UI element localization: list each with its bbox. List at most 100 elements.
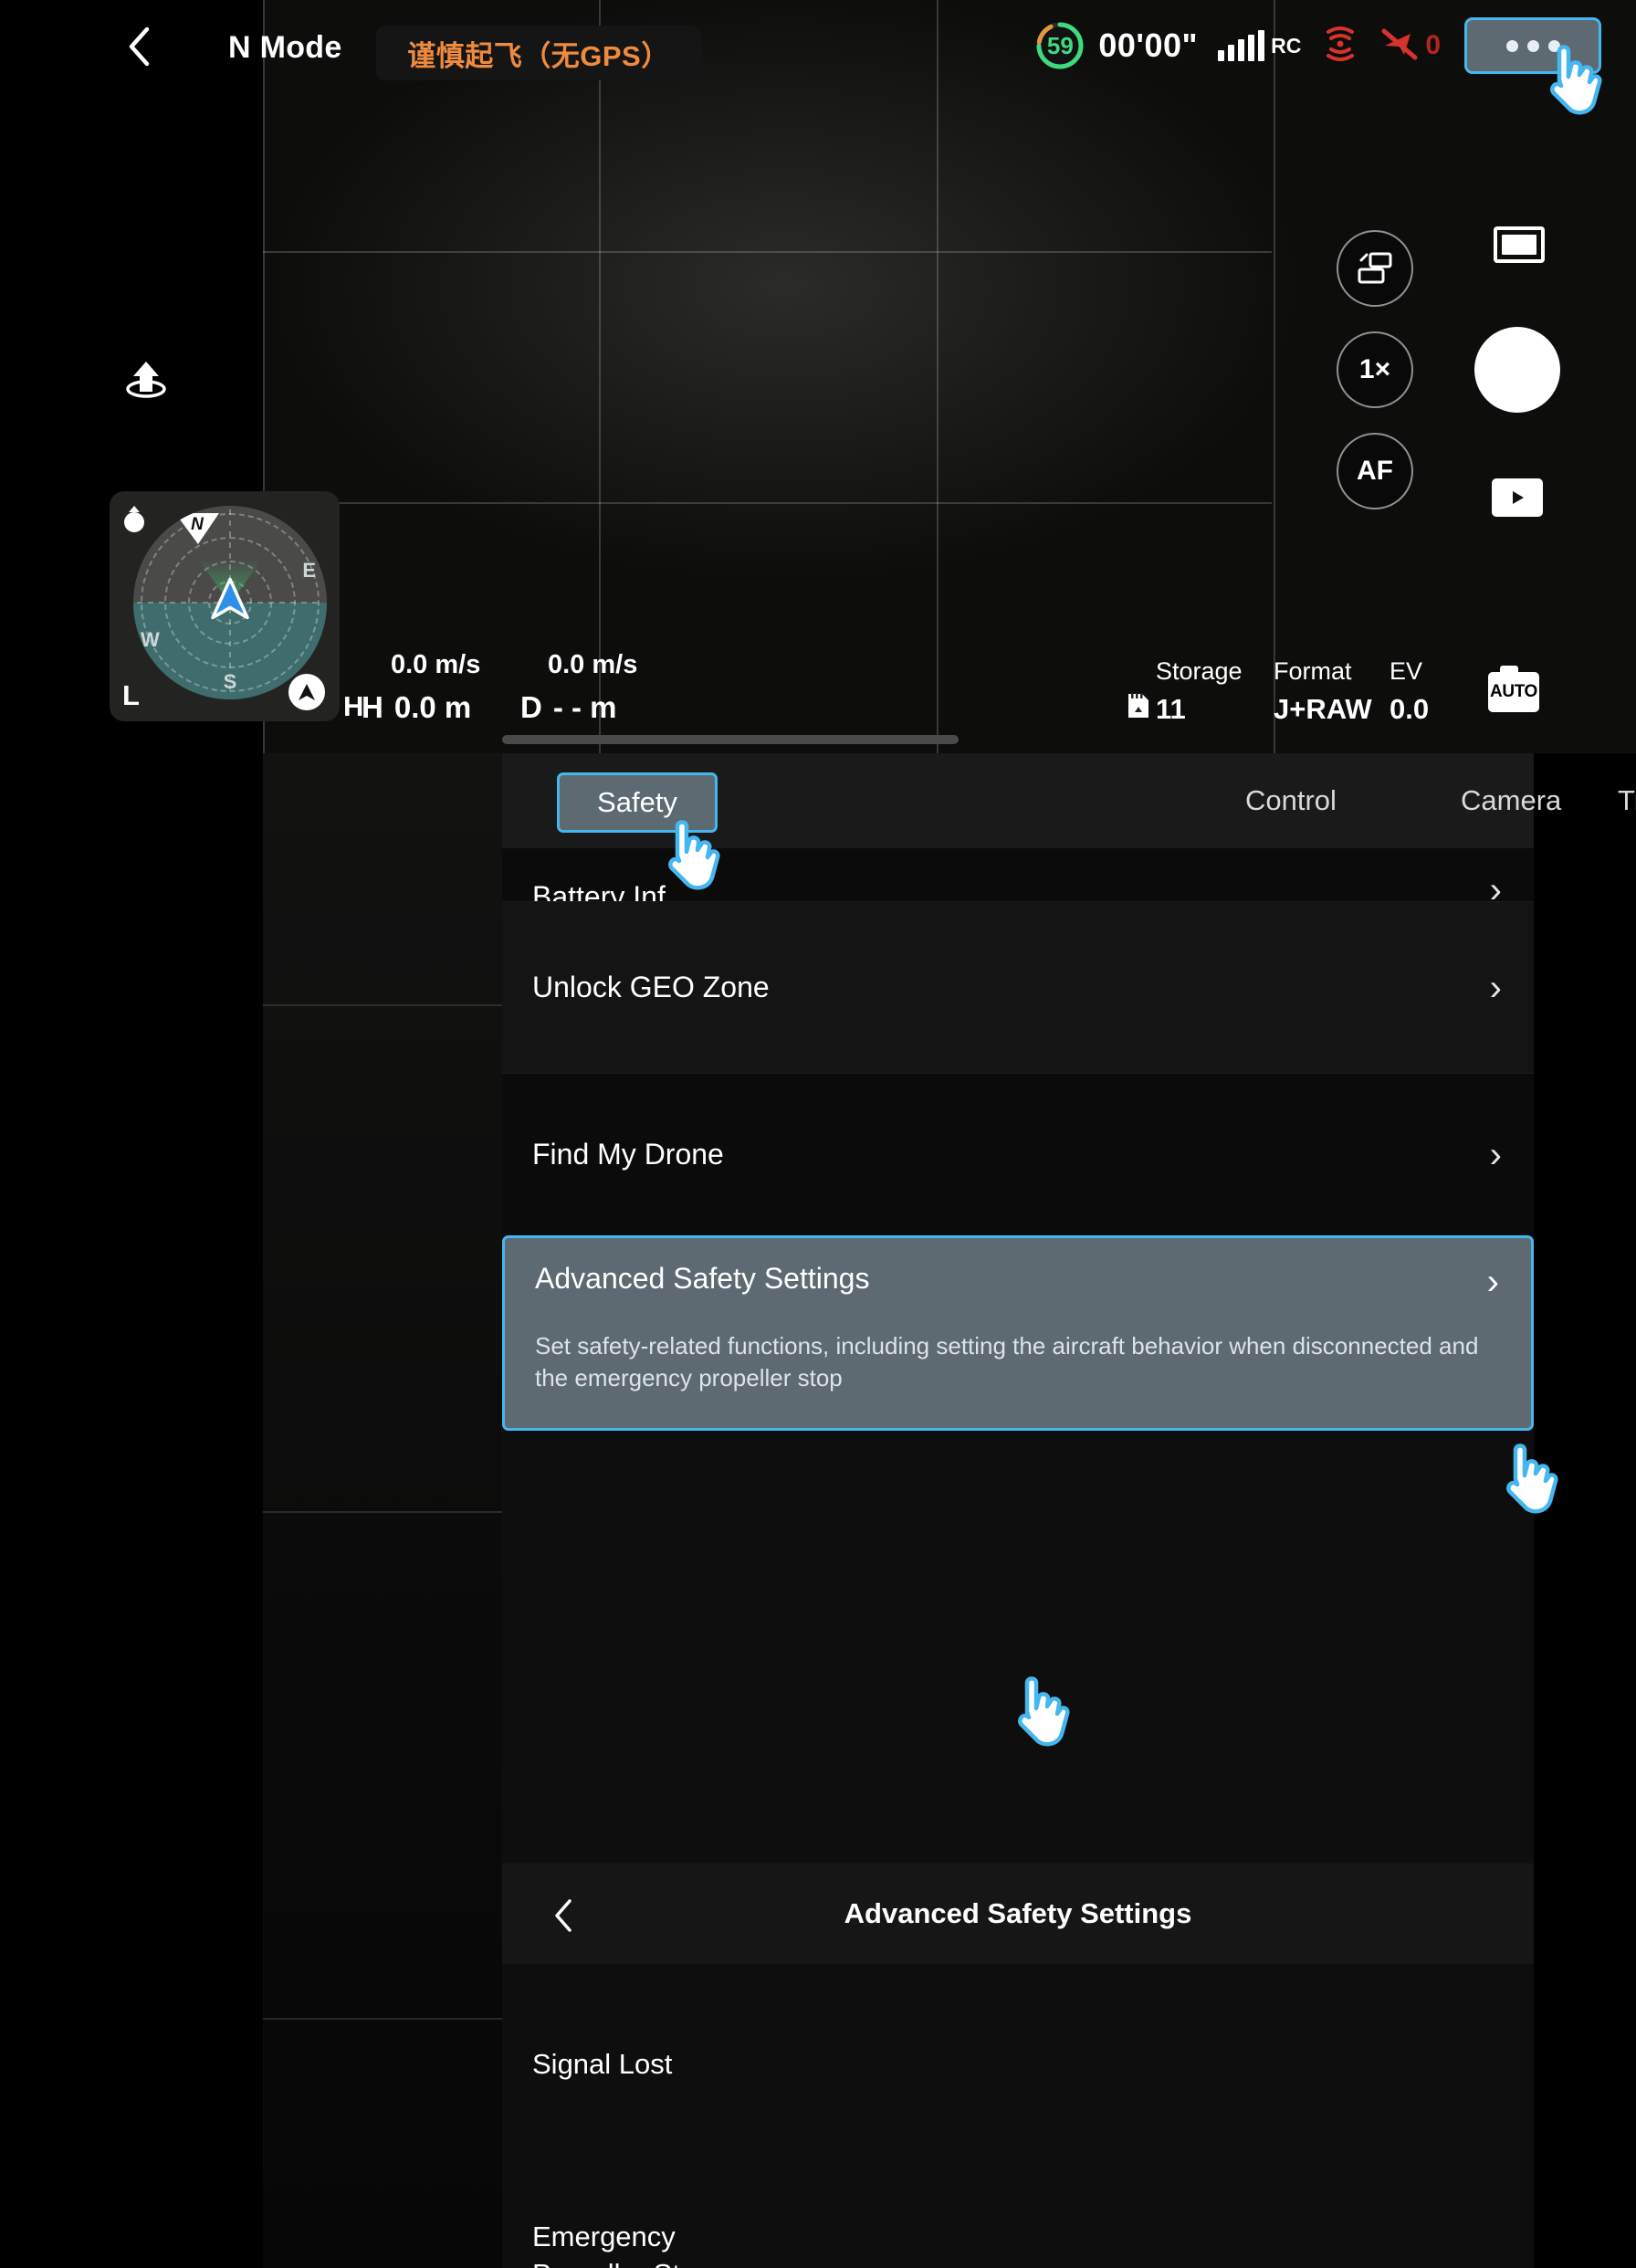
grid-line-vertical <box>937 0 939 753</box>
back-chevron-icon <box>129 26 150 67</box>
distance-value: - - m <box>552 690 617 724</box>
propeller-stop-row: Emergency Propeller Stop <box>502 2207 1534 2268</box>
feed-drag-handle[interactable] <box>502 735 959 744</box>
list-item-battery-info[interactable]: Battery Inf › <box>502 848 1534 901</box>
radar-disc: N E W S <box>133 506 327 699</box>
chevron-right-icon: › <box>1486 1262 1499 1302</box>
vertical-speed-value: 0.0 m/s <box>548 650 638 679</box>
grid-line-horizontal <box>263 251 1272 253</box>
vision-system-off-icon <box>1325 26 1356 67</box>
more-options-button[interactable] <box>1464 17 1601 74</box>
storage-info: Storage 11 <box>1156 657 1243 726</box>
battery-info-label: Battery Inf <box>532 880 666 901</box>
vertical-speed-readout: 0.0 m/s <box>548 650 637 680</box>
advanced-safety-settings-description: Set safety-related functions, including … <box>535 1332 1479 1391</box>
grid-line-horizontal <box>263 2018 502 2020</box>
photo-video-switch-icon <box>1358 252 1392 284</box>
takeoff-button[interactable] <box>123 358 169 400</box>
ev-label: EV <box>1390 657 1423 685</box>
zoom-level-button[interactable]: 1× <box>1337 331 1413 408</box>
settings-tab-bar: Safety Control Camera Transmission About <box>502 753 1636 848</box>
back-chevron-icon <box>555 1899 572 1932</box>
grid-line-vertical <box>599 0 601 753</box>
more-dot <box>1505 39 1518 52</box>
radar-left-label: L <box>122 679 140 711</box>
tab-transmission[interactable]: Transmission <box>1609 784 1636 817</box>
top-status-bar: N Mode 谨慎起飞（无GPS） 59 00'00" RC 0 <box>0 0 1636 91</box>
advanced-safety-subpanel: Advanced Safety Settings Signal Lost Eme… <box>502 1864 1534 2268</box>
horizontal-speed-readout: 0.0 m/s <box>391 650 480 680</box>
grid-line-horizontal <box>263 1511 502 1513</box>
grid-line-horizontal <box>263 1004 502 1006</box>
sd-card-icon <box>1128 693 1148 718</box>
distance-readout: D - - m <box>520 690 617 725</box>
aircraft-marker-icon <box>210 577 250 625</box>
safety-settings-list: Battery Inf › Unlock GEO Zone › Find My … <box>502 848 1534 1939</box>
radar-compass-widget[interactable]: N E W S L <box>110 491 340 721</box>
chevron-right-icon: › <box>1489 967 1502 1008</box>
storage-label: Storage <box>1156 657 1243 685</box>
back-button[interactable] <box>121 26 157 68</box>
list-item-find-my-drone[interactable]: Find My Drone › <box>502 1073 1534 1235</box>
flight-mode-label: N Mode <box>228 30 342 65</box>
home-point-glyph <box>124 506 144 532</box>
advanced-subpanel-header: Advanced Safety Settings <box>502 1864 1534 1964</box>
chevron-right-icon: › <box>1489 870 1502 901</box>
tab-camera[interactable]: Camera <box>1452 784 1570 817</box>
height-value: 0.0 m <box>393 690 472 724</box>
gps-satellite-count: 0 <box>1425 30 1441 60</box>
chevron-right-icon: › <box>1489 1134 1502 1175</box>
unlock-geo-zone-label: Unlock GEO Zone <box>532 971 770 1003</box>
app-root: N Mode 谨慎起飞（无GPS） 59 00'00" RC 0 1× AF N… <box>0 0 1636 2268</box>
distance-label: D <box>520 690 542 724</box>
ev-info: EV 0.0 <box>1390 657 1429 726</box>
exposure-mode-badge[interactable]: AUTO <box>1488 666 1539 712</box>
radar-home-badge <box>288 674 325 710</box>
propeller-stop-label-line1: Emergency <box>532 2221 676 2253</box>
advanced-safety-settings-card[interactable]: Advanced Safety Settings › Set safety-re… <box>502 1235 1534 1431</box>
format-info: Format J+RAW <box>1274 657 1372 726</box>
storage-value: 11 <box>1156 693 1186 725</box>
more-dot <box>1547 39 1560 52</box>
photo-video-switch-button[interactable] <box>1337 230 1413 307</box>
exposure-mode-label: AUTO <box>1490 682 1537 701</box>
radar-west-label: W <box>141 628 160 651</box>
horizontal-speed-value: 0.0 m/s <box>391 650 481 679</box>
home-arrow-icon <box>299 684 315 700</box>
gps-warning-banner: 谨慎起飞（无GPS） <box>376 26 701 80</box>
height-label: H <box>362 690 383 724</box>
height-readout: H 0.0 m <box>362 690 471 725</box>
playback-button[interactable] <box>1492 478 1543 517</box>
playback-icon <box>1513 491 1524 504</box>
grid-line-horizontal <box>263 502 1272 504</box>
vision-icon-glyph <box>1327 26 1355 61</box>
list-item-unlock-geo-zone[interactable]: Unlock GEO Zone › <box>502 901 1534 1073</box>
format-value: J+RAW <box>1274 693 1372 725</box>
tab-control[interactable]: Control <box>1236 784 1346 817</box>
home-point-icon <box>121 504 148 535</box>
battery-percent-label: 59 <box>1046 31 1074 59</box>
radar-south-label: S <box>223 670 237 693</box>
settings-panel: Safety Control Camera Transmission About… <box>502 753 1636 2268</box>
advanced-subpanel-back-button[interactable] <box>551 1898 575 1937</box>
ev-value: 0.0 <box>1390 693 1430 725</box>
radar-north-label: N <box>191 515 204 534</box>
more-dot <box>1526 39 1539 52</box>
aspect-ratio-icon[interactable] <box>1494 226 1545 263</box>
signal-strength-icon <box>1218 30 1265 61</box>
propeller-stop-label: Emergency Propeller Stop <box>532 2219 711 2268</box>
focus-mode-button[interactable]: AF <box>1337 433 1413 509</box>
shutter-button[interactable] <box>1474 327 1560 413</box>
find-my-drone-label: Find My Drone <box>532 1138 724 1171</box>
radar-east-label: E <box>302 559 316 582</box>
propeller-stop-label-line2: Propeller Stop <box>532 2256 711 2268</box>
advanced-safety-settings-title: Advanced Safety Settings <box>535 1262 870 1295</box>
tab-safety[interactable]: Safety <box>557 772 718 833</box>
aircraft-arrow-glyph <box>211 577 249 620</box>
gps-disabled-icon <box>1379 26 1420 67</box>
signal-lost-row: Signal Lost <box>502 2015 1534 2114</box>
status-indicator-group: 59 00'00" RC 0 <box>1034 0 1636 91</box>
battery-indicator: 59 <box>1034 20 1085 71</box>
signal-lost-label: Signal Lost <box>532 2048 673 2080</box>
rc-link-label: RC <box>1271 33 1302 58</box>
